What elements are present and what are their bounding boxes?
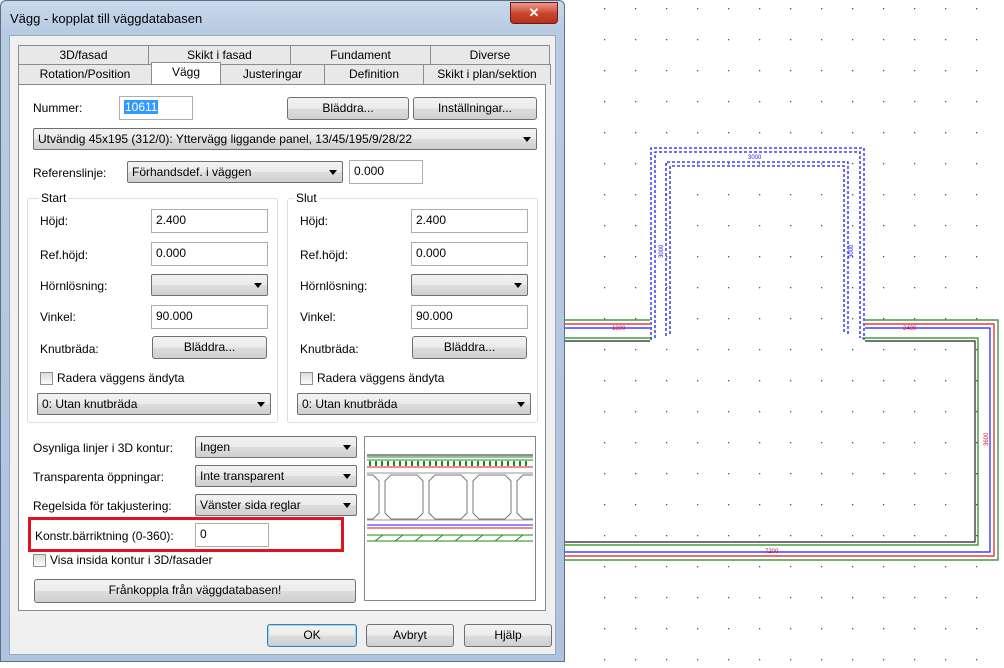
chevron-down-icon bbox=[254, 283, 262, 288]
slut-radera-label: Radera väggens ändyta bbox=[317, 371, 445, 385]
notch-dimension-labels: 3000 3000 3000 bbox=[659, 155, 855, 258]
slut-knutbrada-label: Knutbräda: bbox=[300, 342, 359, 356]
chevron-down-icon bbox=[343, 503, 351, 508]
transparenta-value: Inte transparent bbox=[200, 469, 285, 483]
referenslinje-select[interactable]: Förhandsdef. i väggen bbox=[127, 161, 343, 183]
dim-left-vert: 3000 bbox=[659, 244, 665, 258]
chevron-down-icon bbox=[329, 170, 337, 175]
wall-preview bbox=[364, 436, 536, 601]
start-refhojd-label: Ref.höjd: bbox=[40, 248, 89, 262]
cancel-button[interactable]: Avbryt bbox=[366, 624, 454, 647]
osynliga-select[interactable]: Ingen bbox=[195, 436, 357, 458]
dim-left-horiz: 1800 bbox=[612, 326, 626, 332]
highlight-box bbox=[28, 517, 344, 552]
slut-knut-value: 0: Utan knutbräda bbox=[302, 397, 398, 411]
wall-preview-drawing bbox=[367, 454, 533, 542]
nummer-value: 10611 bbox=[124, 100, 159, 114]
osynliga-label: Osynliga linjer i 3D kontur: bbox=[33, 441, 174, 455]
slut-group-title: Slut bbox=[294, 191, 319, 205]
tab-skikt-i-plan-sektion[interactable]: Skikt i plan/sektion bbox=[423, 64, 551, 85]
start-vinkel-label: Vinkel: bbox=[40, 310, 76, 324]
help-button[interactable]: Hjälp bbox=[464, 624, 552, 647]
ok-button[interactable]: OK bbox=[267, 624, 357, 647]
start-refhojd-input[interactable]: 0.000 bbox=[151, 242, 268, 266]
tab-justeringar[interactable]: Justeringar bbox=[220, 64, 325, 85]
tab-rotation-position[interactable]: Rotation/Position bbox=[18, 64, 152, 85]
start-group-title: Start bbox=[39, 191, 69, 205]
notch-wall-lines bbox=[650, 147, 865, 340]
start-knut-select[interactable]: 0: Utan knutbräda bbox=[37, 393, 271, 415]
start-radera-checkbox[interactable] bbox=[40, 372, 53, 385]
transparenta-select[interactable]: Inte transparent bbox=[195, 465, 357, 487]
visa-insida-label: Visa insida kontur i 3D/fasader bbox=[50, 553, 213, 567]
slut-hornlosning-label: Hörnlösning: bbox=[300, 279, 368, 293]
frankoppla-button[interactable]: Frånkoppla från väggdatabasen! bbox=[34, 579, 356, 603]
visa-insida-checkbox[interactable] bbox=[33, 554, 46, 567]
dim-right-vert: 3000 bbox=[849, 244, 855, 258]
tab-definition[interactable]: Definition bbox=[324, 64, 424, 85]
wall-type-value: Utvändig 45x195 (312/0): Yttervägg ligga… bbox=[38, 132, 413, 146]
wall-type-select[interactable]: Utvändig 45x195 (312/0): Yttervägg ligga… bbox=[33, 128, 537, 150]
cad-drawing-canvas[interactable]: 1800 2400 7200 3600 3000 3000 3000 bbox=[565, 0, 1004, 665]
referenslinje-offset-input[interactable]: 0.000 bbox=[349, 160, 423, 184]
settings-button[interactable]: Inställningar... bbox=[413, 97, 537, 120]
regelsida-select[interactable]: Vänster sida reglar bbox=[195, 494, 357, 516]
slut-hojd-input[interactable]: 2.400 bbox=[411, 209, 528, 233]
chevron-down-icon bbox=[514, 283, 522, 288]
dim-top: 3000 bbox=[748, 155, 762, 161]
slut-hornlosning-select[interactable] bbox=[411, 274, 528, 296]
chevron-down-icon bbox=[343, 474, 351, 479]
start-vinkel-input[interactable]: 90.000 bbox=[151, 305, 268, 329]
slut-refhojd-label: Ref.höjd: bbox=[300, 248, 349, 262]
slut-vinkel-input[interactable]: 90.000 bbox=[411, 305, 528, 329]
start-radera-label: Radera väggens ändyta bbox=[57, 371, 185, 385]
transparenta-label: Transparenta öppningar: bbox=[33, 470, 164, 484]
browse-button[interactable]: Bläddra... bbox=[287, 97, 409, 120]
regelsida-value: Vänster sida reglar bbox=[200, 498, 301, 512]
chevron-down-icon bbox=[343, 445, 351, 450]
nummer-label: Nummer: bbox=[33, 101, 83, 115]
dimension-labels: 1800 2400 7200 3600 bbox=[612, 326, 990, 555]
chevron-down-icon bbox=[523, 137, 531, 142]
floor-plan-drawing: 1800 2400 7200 3600 3000 3000 3000 bbox=[565, 8, 999, 661]
referenslinje-value: Förhandsdef. i väggen bbox=[132, 165, 252, 179]
start-knutbrada-label: Knutbräda: bbox=[40, 342, 99, 356]
start-hojd-label: Höjd: bbox=[40, 214, 69, 228]
slut-vinkel-label: Vinkel: bbox=[300, 310, 336, 324]
start-hojd-input[interactable]: 2.400 bbox=[151, 209, 268, 233]
nummer-input[interactable]: 10611 bbox=[119, 96, 193, 120]
dim-bottom: 7200 bbox=[765, 549, 779, 555]
main-wall-lines bbox=[565, 319, 999, 561]
slut-knutbrada-browse-button[interactable]: Bläddra... bbox=[412, 336, 527, 359]
tab-diverse[interactable]: Diverse bbox=[430, 45, 550, 64]
tab-fundament[interactable]: Fundament bbox=[290, 45, 431, 64]
start-hornlosning-label: Hörnlösning: bbox=[40, 279, 108, 293]
referenslinje-label: Referenslinje: bbox=[33, 166, 107, 180]
title-bar[interactable]: Vägg - kopplat till väggdatabasen ✕ bbox=[1, 1, 564, 35]
chevron-down-icon bbox=[517, 402, 525, 407]
chevron-down-icon bbox=[257, 402, 265, 407]
slut-hojd-label: Höjd: bbox=[300, 214, 329, 228]
slut-knut-select[interactable]: 0: Utan knutbräda bbox=[297, 393, 531, 415]
slut-refhojd-input[interactable]: 0.000 bbox=[411, 242, 528, 266]
dim-right-horiz: 2400 bbox=[903, 326, 917, 332]
start-hornlosning-select[interactable] bbox=[151, 274, 268, 296]
tab-3d-fasad[interactable]: 3D/fasad bbox=[18, 45, 149, 64]
regelsida-label: Regelsida för takjustering: bbox=[33, 499, 172, 513]
slut-radera-checkbox[interactable] bbox=[300, 372, 313, 385]
start-knutbrada-browse-button[interactable]: Bläddra... bbox=[152, 336, 267, 359]
tab-vagg[interactable]: Vägg bbox=[151, 62, 221, 84]
start-knut-value: 0: Utan knutbräda bbox=[42, 397, 138, 411]
close-button[interactable]: ✕ bbox=[510, 2, 558, 24]
dialog-title: Vägg - kopplat till väggdatabasen bbox=[10, 11, 203, 26]
dim-right-side: 3600 bbox=[984, 432, 990, 446]
osynliga-value: Ingen bbox=[200, 440, 231, 454]
